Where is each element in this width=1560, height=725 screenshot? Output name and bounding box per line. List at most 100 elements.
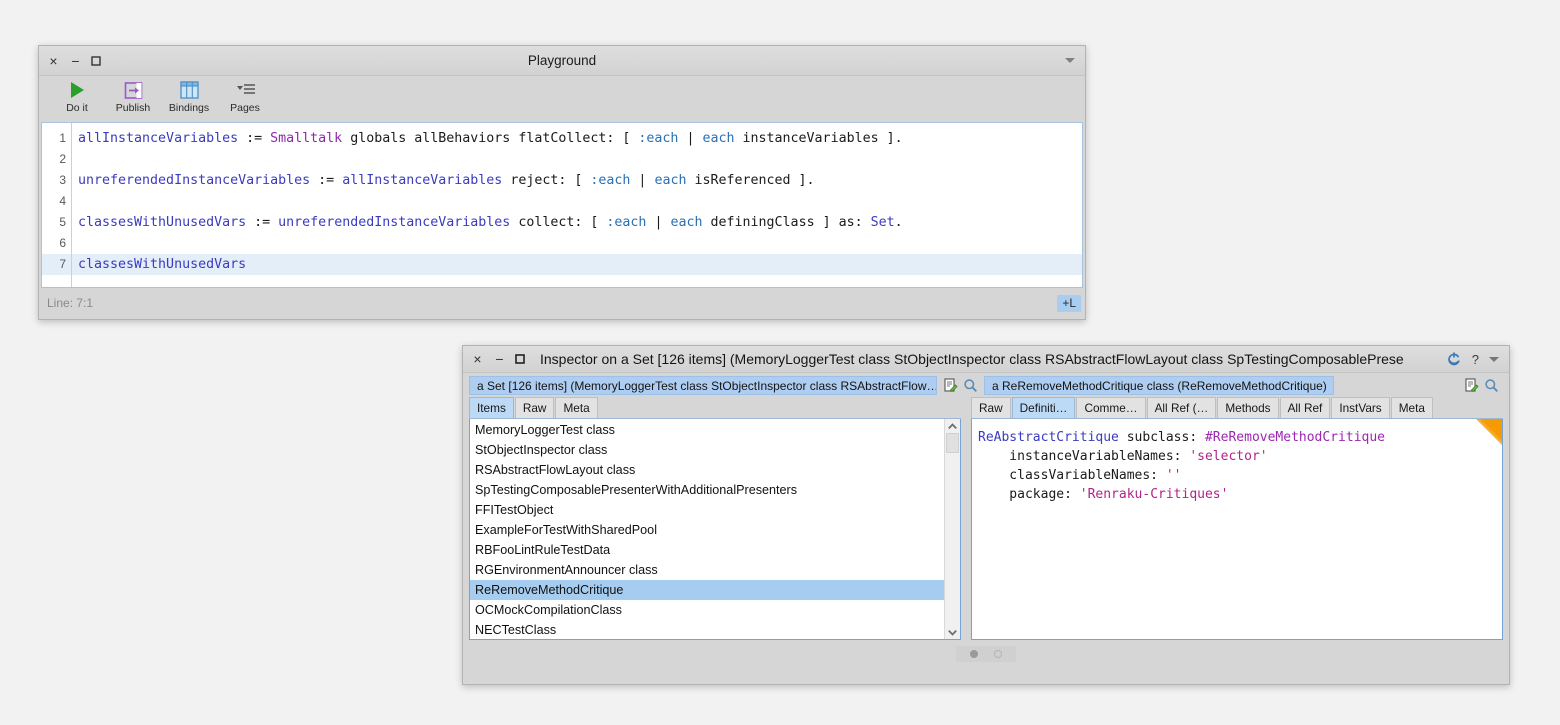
tab-meta[interactable]: Meta: [555, 397, 598, 418]
tab-raw[interactable]: Raw: [971, 397, 1011, 418]
code-line[interactable]: [72, 191, 1082, 212]
list-item[interactable]: StObjectInspector class: [470, 440, 944, 460]
code-token: collect: [: [510, 215, 607, 230]
definition-token: ReAbstractCritique: [978, 430, 1119, 445]
tab-instvars[interactable]: InstVars: [1331, 397, 1390, 418]
edit-document-icon[interactable]: [943, 378, 958, 393]
pages-label: Pages: [230, 102, 260, 114]
sync-icon[interactable]: [1446, 351, 1462, 367]
tab-raw[interactable]: Raw: [514, 397, 555, 418]
list-item[interactable]: SpTestingComposablePresenterWithAddition…: [470, 480, 944, 500]
breadcrumb-label: a Set [126 items] (MemoryLoggerTest clas…: [477, 378, 937, 393]
close-icon[interactable]: ×: [1327, 379, 1333, 393]
list-item[interactable]: ReRemoveMethodCritique: [470, 580, 944, 600]
definition-line: package: 'Renraku-Critiques': [978, 485, 1502, 504]
list-item[interactable]: NECTestClass: [470, 620, 944, 639]
close-icon[interactable]: ×: [471, 352, 484, 366]
playground-titlebar: × − Playground: [39, 46, 1085, 76]
tab-all-ref[interactable]: All Ref (…: [1146, 397, 1217, 418]
definition-token: 'selector': [1189, 449, 1268, 464]
definition-token: classVariableNames:: [978, 468, 1166, 483]
close-icon[interactable]: ×: [47, 54, 60, 68]
line-number: 6: [59, 236, 66, 250]
items-listbox[interactable]: MemoryLoggerTest class StObjectInspector …: [469, 419, 961, 640]
search-icon[interactable]: [1484, 378, 1499, 393]
definition-code-pane[interactable]: ReAbstractCritique subclass: #ReRemoveMe…: [971, 419, 1503, 640]
publish-label: Publish: [115, 102, 151, 114]
list-item[interactable]: RBFooLintRuleTestData: [470, 540, 944, 560]
publish-button[interactable]: Publish: [105, 79, 161, 114]
breadcrumb-item-critique[interactable]: a ReRemoveMethodCritique class (ReRemove…: [984, 376, 1334, 395]
tab-definiti[interactable]: Definiti…: [1011, 397, 1076, 418]
pane-pagination-dots[interactable]: [956, 646, 1016, 662]
list-item[interactable]: OCMockCompilationClass: [470, 600, 944, 620]
code-token: unreferendedInstanceVariables: [78, 173, 311, 188]
breadcrumb-label: a ReRemoveMethodCritique class (ReRemove…: [992, 378, 1327, 393]
line-number: 5: [59, 215, 66, 229]
playground-window: × − Playground Do it Publish Bindings Pa…: [38, 45, 1086, 320]
code-token: |: [678, 131, 703, 146]
code-line[interactable]: [72, 233, 1082, 254]
edit-document-icon[interactable]: [1464, 378, 1479, 393]
list-item[interactable]: RSAbstractFlowLayout class: [470, 460, 944, 480]
definition-line: instanceVariableNames: 'selector': [978, 447, 1502, 466]
scrollbar-thumb[interactable]: [946, 433, 959, 453]
code-token: each: [670, 215, 703, 230]
code-token: :=: [246, 215, 279, 230]
list-item[interactable]: RGEnvironmentAnnouncer class: [470, 560, 944, 580]
code-line[interactable]: unreferendedInstanceVariables := allInst…: [72, 170, 1082, 191]
code-line[interactable]: classesWithUnusedVars := unreferendedIns…: [72, 212, 1082, 233]
pagination-dot[interactable]: [970, 650, 978, 658]
code-token: Smalltalk: [270, 131, 343, 146]
line-number: 4: [59, 194, 66, 208]
bindings-table-icon: [179, 79, 199, 101]
code-line[interactable]: classesWithUnusedVars: [72, 254, 1082, 275]
code-token: unreferendedInstanceVariables: [278, 215, 511, 230]
scroll-down-icon[interactable]: [945, 625, 960, 639]
code-token: :each: [638, 131, 679, 146]
tab-comme[interactable]: Comme…: [1076, 397, 1146, 418]
maximize-icon[interactable]: [91, 55, 104, 66]
scroll-up-icon[interactable]: [945, 419, 960, 433]
bindings-label: Bindings: [168, 102, 210, 114]
left-pane-actions: [939, 378, 982, 393]
minimize-icon[interactable]: −: [69, 54, 82, 68]
code-token: globals allBehaviors flatCollect: [: [342, 131, 639, 146]
playground-title: Playground: [527, 53, 597, 68]
list-item[interactable]: ExampleForTestWithSharedPool: [470, 520, 944, 540]
list-item[interactable]: FFITestObject: [470, 500, 944, 520]
playground-window-controls: × −: [47, 54, 104, 68]
pages-list-icon: [234, 79, 256, 101]
pagination-dot[interactable]: [994, 650, 1002, 658]
playground-code-editor[interactable]: 1 2 3 4 5 6 7 allInstanceVariables := Smalltal…: [41, 122, 1083, 288]
code-line[interactable]: [72, 149, 1082, 170]
definition-code-text[interactable]: ReAbstractCritique subclass: #ReRemoveMe…: [978, 428, 1502, 504]
search-icon[interactable]: [963, 378, 978, 393]
items-list[interactable]: MemoryLoggerTest class StObjectInspector …: [470, 419, 944, 639]
items-list-scrollbar[interactable]: [944, 419, 960, 639]
chevron-down-icon[interactable]: [1065, 58, 1075, 63]
pages-button[interactable]: Pages: [217, 79, 273, 114]
minimize-icon[interactable]: −: [493, 352, 506, 366]
tab-meta[interactable]: Meta: [1390, 397, 1433, 418]
maximize-icon[interactable]: [515, 354, 528, 364]
tab-all-ref[interactable]: All Ref: [1279, 397, 1331, 418]
chevron-down-icon[interactable]: [1489, 356, 1499, 362]
code-token: .: [894, 215, 903, 230]
help-icon[interactable]: ?: [1472, 352, 1479, 367]
list-item[interactable]: MemoryLoggerTest class: [470, 420, 944, 440]
inspector-window: × − Inspector on a Set [126 items] (Memo…: [462, 345, 1510, 685]
tab-items[interactable]: Items: [469, 397, 514, 418]
left-pane-tabstrip: Items Raw Meta: [469, 397, 961, 419]
inspector-left-pane: Items Raw Meta MemoryLoggerTest class StObj…: [469, 397, 961, 640]
bindings-button[interactable]: Bindings: [161, 79, 217, 114]
code-text-area[interactable]: allInstanceVariables := Smalltalk global…: [72, 123, 1082, 287]
code-line[interactable]: allInstanceVariables := Smalltalk global…: [72, 128, 1082, 149]
code-token: allInstanceVariables: [78, 131, 239, 146]
code-token: |: [630, 173, 655, 188]
add-line-button[interactable]: +L: [1057, 294, 1081, 312]
code-token: Set: [870, 215, 895, 230]
tab-methods[interactable]: Methods: [1217, 397, 1279, 418]
breadcrumb-item-set[interactable]: a Set [126 items] (MemoryLoggerTest clas…: [469, 376, 937, 395]
do-it-button[interactable]: Do it: [49, 79, 105, 114]
